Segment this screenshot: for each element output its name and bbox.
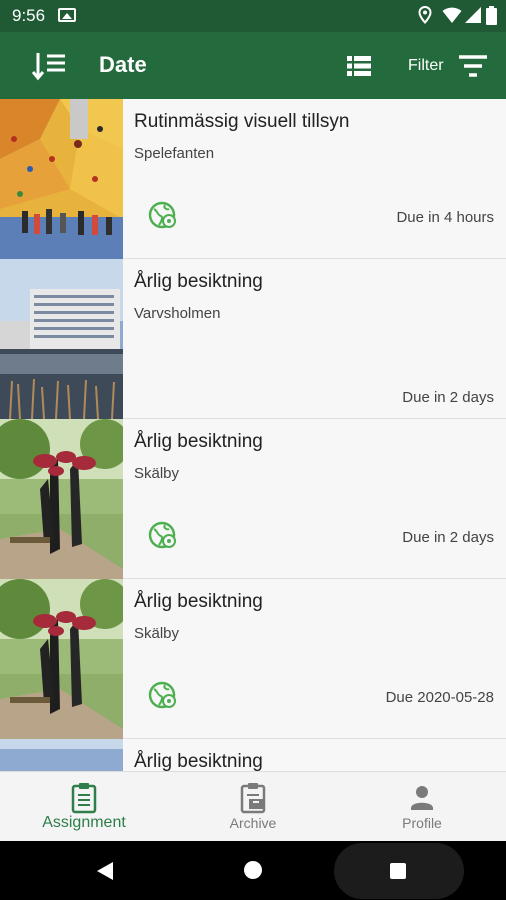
recents-icon <box>390 863 406 879</box>
page-title: Date <box>99 52 147 77</box>
home-icon[interactable] <box>244 861 262 879</box>
assignment-due: Due in 4 hours <box>396 209 494 226</box>
assignment-item[interactable]: Årlig besiktning Varvsholmen Due in 2 da… <box>0 259 506 419</box>
battery-icon <box>486 6 497 25</box>
bottom-nav: Assignment Archive Profile <box>0 771 506 841</box>
nav-assignment[interactable]: Assignment <box>0 772 168 842</box>
assignment-due: Due in 2 days <box>402 389 494 406</box>
assignment-location: Skälby <box>134 465 180 482</box>
assignment-item[interactable]: Årlig besiktning Skälby Due in 2 days <box>0 419 506 579</box>
assignment-title: Årlig besiktning <box>134 271 263 292</box>
globe-location-icon <box>148 681 176 709</box>
filter-label: Filter <box>408 57 444 74</box>
nav-archive-label: Archive <box>229 815 277 831</box>
assignment-title: Rutinmässig visuell tillsyn <box>134 111 350 132</box>
assignment-location: Skälby <box>134 625 180 642</box>
clipboard-icon <box>71 783 97 814</box>
globe-location-icon <box>148 201 176 229</box>
filter-icon <box>459 55 487 77</box>
assignment-due: Due 2020-05-28 <box>385 689 494 706</box>
assignment-location: Spelefanten <box>134 145 215 162</box>
nav-assignment-label: Assignment <box>42 814 126 831</box>
assignment-list[interactable]: Rutinmässig visuell tillsyn Spelefanten … <box>0 99 506 771</box>
assignment-photo <box>0 579 123 739</box>
signal-icon <box>465 7 481 23</box>
assignment-photo <box>0 259 123 419</box>
assignment-title: Årlig besiktning <box>134 751 263 771</box>
assignment-title: Årlig besiktning <box>134 591 263 612</box>
assignment-photo <box>0 419 123 579</box>
status-time: 9:56 <box>12 6 46 25</box>
app-bar: Date Filter <box>0 32 506 99</box>
status-bar: 9:56 <box>0 0 506 32</box>
assignment-location: Varvsholmen <box>134 305 221 322</box>
assignment-item[interactable]: Årlig besiktning Skälby Due 2020-05-28 <box>0 579 506 739</box>
nav-profile[interactable]: Profile <box>338 772 506 842</box>
globe-location-icon <box>148 521 176 549</box>
gallery-notification-icon <box>58 8 76 22</box>
nav-archive[interactable]: Archive <box>169 772 337 842</box>
assignment-photo <box>0 99 123 259</box>
list-view-icon[interactable] <box>346 54 372 78</box>
nav-profile-label: Profile <box>402 815 442 831</box>
system-nav-bar <box>0 841 506 900</box>
assignment-item[interactable]: Rutinmässig visuell tillsyn Spelefanten … <box>0 99 506 259</box>
person-icon <box>411 786 433 810</box>
assignment-due: Due in 2 days <box>402 529 494 546</box>
sort-icon[interactable] <box>32 50 68 82</box>
recents-button[interactable] <box>334 843 464 899</box>
archive-icon <box>240 783 266 814</box>
assignment-photo <box>0 739 123 771</box>
assignment-title: Årlig besiktning <box>134 431 263 452</box>
assignment-item[interactable]: Årlig besiktning <box>0 739 506 771</box>
back-icon[interactable] <box>96 861 114 881</box>
wifi-icon <box>442 7 462 23</box>
filter-button[interactable]: Filter <box>408 50 494 82</box>
location-icon <box>418 6 432 24</box>
